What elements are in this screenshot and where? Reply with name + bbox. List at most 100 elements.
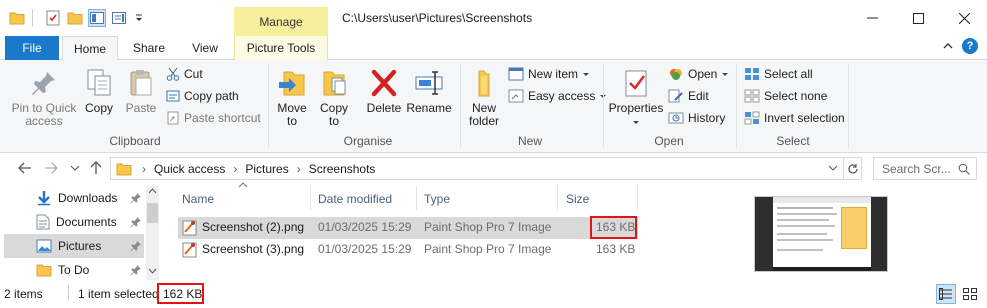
file-date: 01/03/2025 15:29 <box>318 242 412 256</box>
view-pane-icon[interactable] <box>88 9 106 27</box>
tab-picture-tools[interactable]: Picture Tools <box>234 36 328 60</box>
edit-button[interactable]: Edit <box>668 86 709 106</box>
select-all-button[interactable]: Select all <box>744 64 813 84</box>
open-button[interactable]: Open <box>668 64 734 84</box>
back-arrow-icon[interactable] <box>18 162 32 174</box>
tab-file[interactable]: File <box>5 36 59 60</box>
paste-button[interactable]: Paste <box>122 68 160 115</box>
nav-item-to-do[interactable]: To Do <box>4 258 144 282</box>
invert-selection-icon <box>744 111 760 125</box>
tab-home[interactable]: Home <box>62 36 118 61</box>
breadcrumb-quick-access[interactable]: Quick access <box>154 162 225 176</box>
pin-icon[interactable] <box>130 264 142 276</box>
details-view-button[interactable] <box>936 284 956 304</box>
folder-icon <box>36 264 52 277</box>
column-divider[interactable] <box>416 186 417 210</box>
forward-arrow-icon[interactable] <box>44 162 58 174</box>
highlight-box <box>157 283 204 304</box>
file-name: Screenshot (3).png <box>202 242 305 256</box>
pin-icon[interactable] <box>130 216 142 228</box>
pin-to-quick-access-button[interactable]: Pin to Quick access <box>8 68 80 128</box>
select-none-button[interactable]: Select none <box>744 86 827 106</box>
file-row[interactable]: Screenshot (2).png 01/03/2025 15:29 Pain… <box>178 217 638 239</box>
group-label-new: New <box>517 134 542 148</box>
easy-access-button[interactable]: Easy access <box>508 86 612 106</box>
breadcrumb-screenshots[interactable]: Screenshots <box>309 162 376 176</box>
copy-to-button[interactable]: Copy to <box>316 68 352 128</box>
invert-selection-button[interactable]: Invert selection <box>744 108 845 128</box>
breadcrumb-separator: › <box>233 161 238 176</box>
paste-shortcut-button[interactable]: Paste shortcut <box>166 108 261 128</box>
address-bar[interactable]: › Quick access › Pictures › Screenshots <box>110 157 862 180</box>
copy-path-button[interactable]: Copy path <box>166 86 239 106</box>
properties-quick-icon[interactable] <box>44 9 62 27</box>
group-separator <box>848 64 849 148</box>
scroll-up-arrow-icon[interactable] <box>148 188 157 194</box>
nav-item-downloads[interactable]: Downloads <box>4 186 144 210</box>
move-to-icon <box>279 71 305 96</box>
nav-item-pictures[interactable]: Pictures <box>4 234 144 258</box>
up-arrow-icon[interactable] <box>90 161 102 175</box>
column-header-name[interactable]: Name <box>182 188 214 210</box>
pictures-icon <box>36 239 52 253</box>
details-view-icon <box>939 288 952 300</box>
breadcrumb-separator: › <box>296 161 301 176</box>
new-item-button[interactable]: New item <box>508 64 595 84</box>
tab-view[interactable]: View <box>178 36 232 60</box>
history-button[interactable]: History <box>668 108 725 128</box>
nav-scrollbar-thumb[interactable] <box>147 203 158 223</box>
rename-icon <box>415 71 443 95</box>
search-placeholder: Search Scr... <box>882 161 951 176</box>
maximize-button[interactable] <box>895 0 941 36</box>
invert-selection-label: Invert selection <box>764 111 845 125</box>
copy-to-icon <box>323 71 346 96</box>
pin-icon[interactable] <box>130 240 142 252</box>
open-label: Open <box>688 67 718 81</box>
pin-label-2: access <box>25 114 63 128</box>
select-all-icon <box>745 68 759 80</box>
customize-toolbar-icon[interactable] <box>130 9 148 27</box>
file-row[interactable]: Screenshot (3).png 01/03/2025 15:29 Pain… <box>178 239 638 261</box>
scroll-down-arrow-icon[interactable] <box>148 268 157 274</box>
column-divider[interactable] <box>310 186 311 210</box>
edit-label: Edit <box>688 89 709 103</box>
group-separator <box>736 64 737 148</box>
new-folder-button[interactable]: New folder <box>464 68 504 128</box>
tab-share[interactable]: Share <box>122 36 176 60</box>
group-label-clipboard: Clipboard <box>109 134 161 148</box>
help-icon[interactable]: ? <box>962 38 978 54</box>
cut-button[interactable]: Cut <box>166 64 203 84</box>
column-divider[interactable] <box>637 186 638 210</box>
details-pane-icon[interactable] <box>110 9 128 27</box>
easy-access-label: Easy access <box>528 89 596 103</box>
column-header-size[interactable]: Size <box>566 188 589 210</box>
properties-button[interactable]: Properties <box>608 68 664 127</box>
minimize-button[interactable] <box>849 0 895 36</box>
move-to-button[interactable]: Move to <box>274 68 310 128</box>
history-label: History <box>688 111 726 125</box>
image-file-icon <box>182 220 197 236</box>
recent-locations-icon[interactable] <box>70 164 80 172</box>
delete-button[interactable]: Delete <box>364 68 404 115</box>
nav-item-documents[interactable]: Documents <box>4 210 144 234</box>
nav-scrollbar[interactable] <box>146 186 159 280</box>
column-header-type[interactable]: Type <box>424 188 450 210</box>
close-button[interactable] <box>941 0 987 36</box>
new-folder-quick-icon[interactable] <box>66 9 84 27</box>
rename-button[interactable]: Rename <box>406 68 452 115</box>
pin-icon[interactable] <box>130 192 142 204</box>
search-input[interactable]: Search Scr... <box>873 157 977 180</box>
paste-icon <box>130 70 152 96</box>
copy-button[interactable]: Copy <box>82 68 116 115</box>
refresh-button[interactable] <box>843 157 862 180</box>
preview-thumbnail <box>754 196 888 272</box>
large-icons-view-button[interactable] <box>960 284 980 304</box>
column-header-date-modified[interactable]: Date modified <box>318 188 392 210</box>
breadcrumb-pictures[interactable]: Pictures <box>245 162 288 176</box>
breadcrumb-separator: › <box>142 161 146 176</box>
collapse-ribbon-icon[interactable] <box>942 40 954 52</box>
address-dropdown-icon[interactable] <box>828 163 838 173</box>
column-divider[interactable] <box>557 186 558 210</box>
file-name: Screenshot (2).png <box>202 220 305 234</box>
copy-path-icon <box>166 90 180 102</box>
